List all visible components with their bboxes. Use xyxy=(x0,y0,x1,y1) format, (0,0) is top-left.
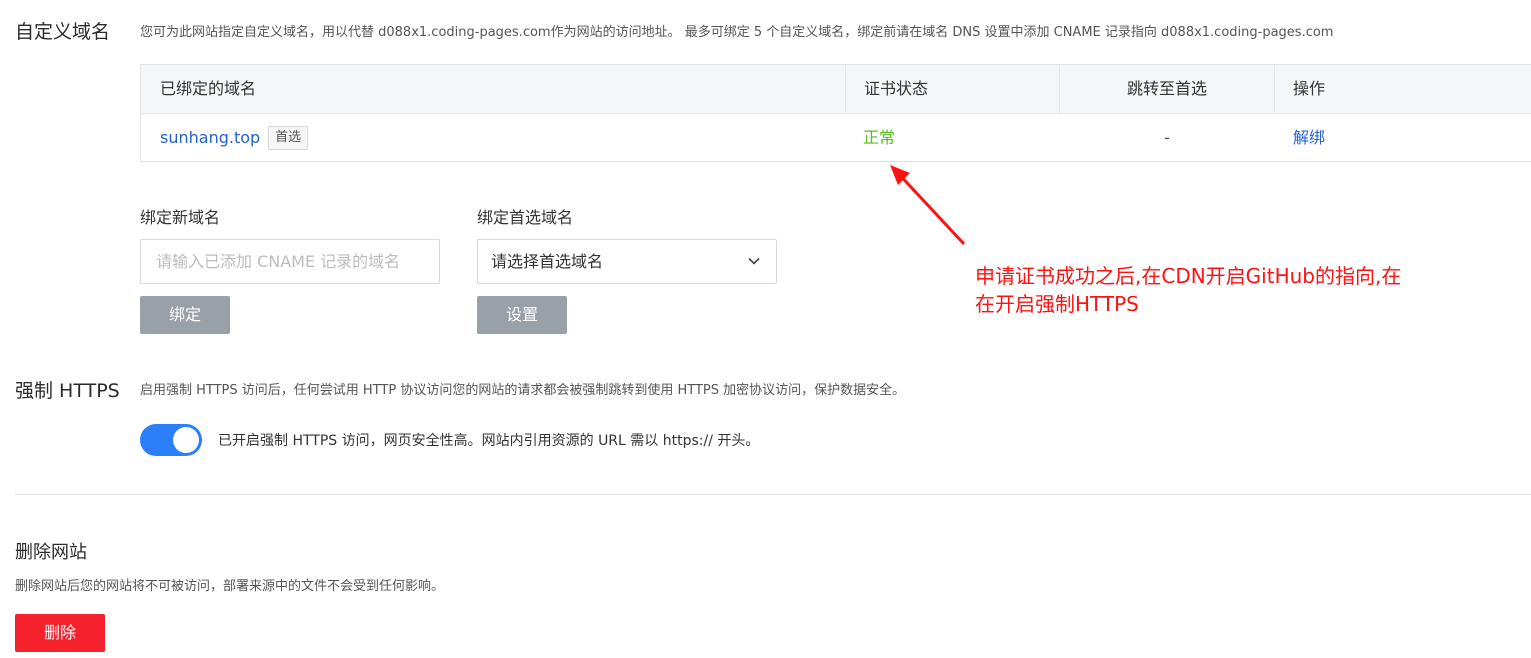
header-redirect: 跳转至首选 xyxy=(1126,79,1207,98)
delete-button[interactable]: 删除 xyxy=(15,614,105,652)
section-divider xyxy=(15,494,1531,495)
https-toggle[interactable] xyxy=(140,424,202,456)
header-domain: 已绑定的域名 xyxy=(160,79,257,98)
annotation-line-2: 在开启强制HTTPS xyxy=(975,292,1139,316)
chevron-down-icon xyxy=(748,257,760,265)
domain-table: 已绑定的域名 证书状态 跳转至首选 操作 sunhang.top 首选 正常 - … xyxy=(140,64,1531,162)
header-cert-status: 证书状态 xyxy=(864,79,929,98)
new-domain-input[interactable] xyxy=(140,239,440,284)
set-button[interactable]: 设置 xyxy=(477,296,567,334)
bind-new-domain-label: 绑定新域名 xyxy=(140,208,221,227)
domain-cell: sunhang.top 首选 xyxy=(160,114,309,162)
toggle-knob xyxy=(173,427,199,453)
domain-link[interactable]: sunhang.top xyxy=(160,128,260,147)
delete-site-title: 删除网站 xyxy=(15,542,87,563)
annotation-text: 申请证书成功之后,在CDN开启GitHub的指向,在 在开启强制HTTPS xyxy=(975,262,1455,318)
annotation-arrow-icon xyxy=(890,165,966,246)
bind-preferred-domain-label: 绑定首选域名 xyxy=(477,208,574,227)
column-divider xyxy=(1274,65,1275,113)
custom-domain-description: 您可为此网站指定自定义域名，用以代替 d088x1.coding-pages.c… xyxy=(140,25,1334,40)
custom-domain-title: 自定义域名 xyxy=(15,21,111,43)
header-action: 操作 xyxy=(1293,79,1326,98)
redirect-value: - xyxy=(1164,128,1170,147)
preferred-tag: 首选 xyxy=(268,125,309,150)
delete-site-description: 删除网站后您的网站将不可被访问，部署来源中的文件不会受到任何影响。 xyxy=(15,579,445,594)
table-header: 已绑定的域名 证书状态 跳转至首选 操作 xyxy=(141,65,1531,114)
select-value: 请选择首选域名 xyxy=(491,252,604,271)
preferred-domain-select[interactable]: 请选择首选域名 xyxy=(477,239,777,284)
https-toggle-text: 已开启强制 HTTPS 访问，网页安全性高。网站内引用资源的 URL 需以 ht… xyxy=(218,433,760,449)
https-title: 强制 HTTPS xyxy=(15,380,120,402)
unbind-link[interactable]: 解绑 xyxy=(1293,114,1325,162)
annotation-line-1: 申请证书成功之后,在CDN开启GitHub的指向,在 xyxy=(975,264,1402,288)
column-divider xyxy=(845,65,846,113)
https-description: 启用强制 HTTPS 访问后，任何尝试用 HTTP 协议访问您的网站的请求都会被… xyxy=(140,383,906,398)
bind-button[interactable]: 绑定 xyxy=(140,296,230,334)
